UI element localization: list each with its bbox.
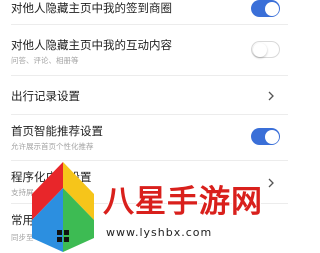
setting-subtitle: 问答、评论、相册等 [11,56,79,65]
setting-title: 对他人隐藏主页中我的互动内容 [11,38,172,52]
toggle-knob [264,1,279,16]
setting-title: 首页智能推荐设置 [11,124,103,138]
setting-title: 出行记录设置 [11,89,80,103]
watermark-logo-icon [32,162,94,252]
watermark-url: www.lyshbx.com [106,226,213,239]
toggle-knob [253,42,267,57]
setting-title: 对他人隐藏主页中我的签到商圈 [11,1,172,15]
toggle-knob [264,129,279,144]
chevron-right-icon [268,91,274,101]
setting-row-travel-records[interactable]: 出行记录设置 [0,76,288,114]
setting-row-hide-checkin: 对他人隐藏主页中我的签到商圈 [0,0,288,24]
toggle-switch-hide-interactions[interactable] [251,41,280,58]
setting-row-smart-recommend: 首页智能推荐设置 允许展示首页个性化推荐 [0,115,288,160]
toggle-switch-hide-checkin[interactable] [251,0,280,17]
setting-row-hide-interactions: 对他人隐藏主页中我的互动内容 问答、评论、相册等 [0,25,288,75]
watermark-title: 八星手游网 [102,183,263,221]
toggle-switch-smart-recommend[interactable] [251,128,280,145]
setting-subtitle: 允许展示首页个性化推荐 [11,142,94,151]
watermark: 八星手游网 www.lyshbx.com [28,160,288,253]
